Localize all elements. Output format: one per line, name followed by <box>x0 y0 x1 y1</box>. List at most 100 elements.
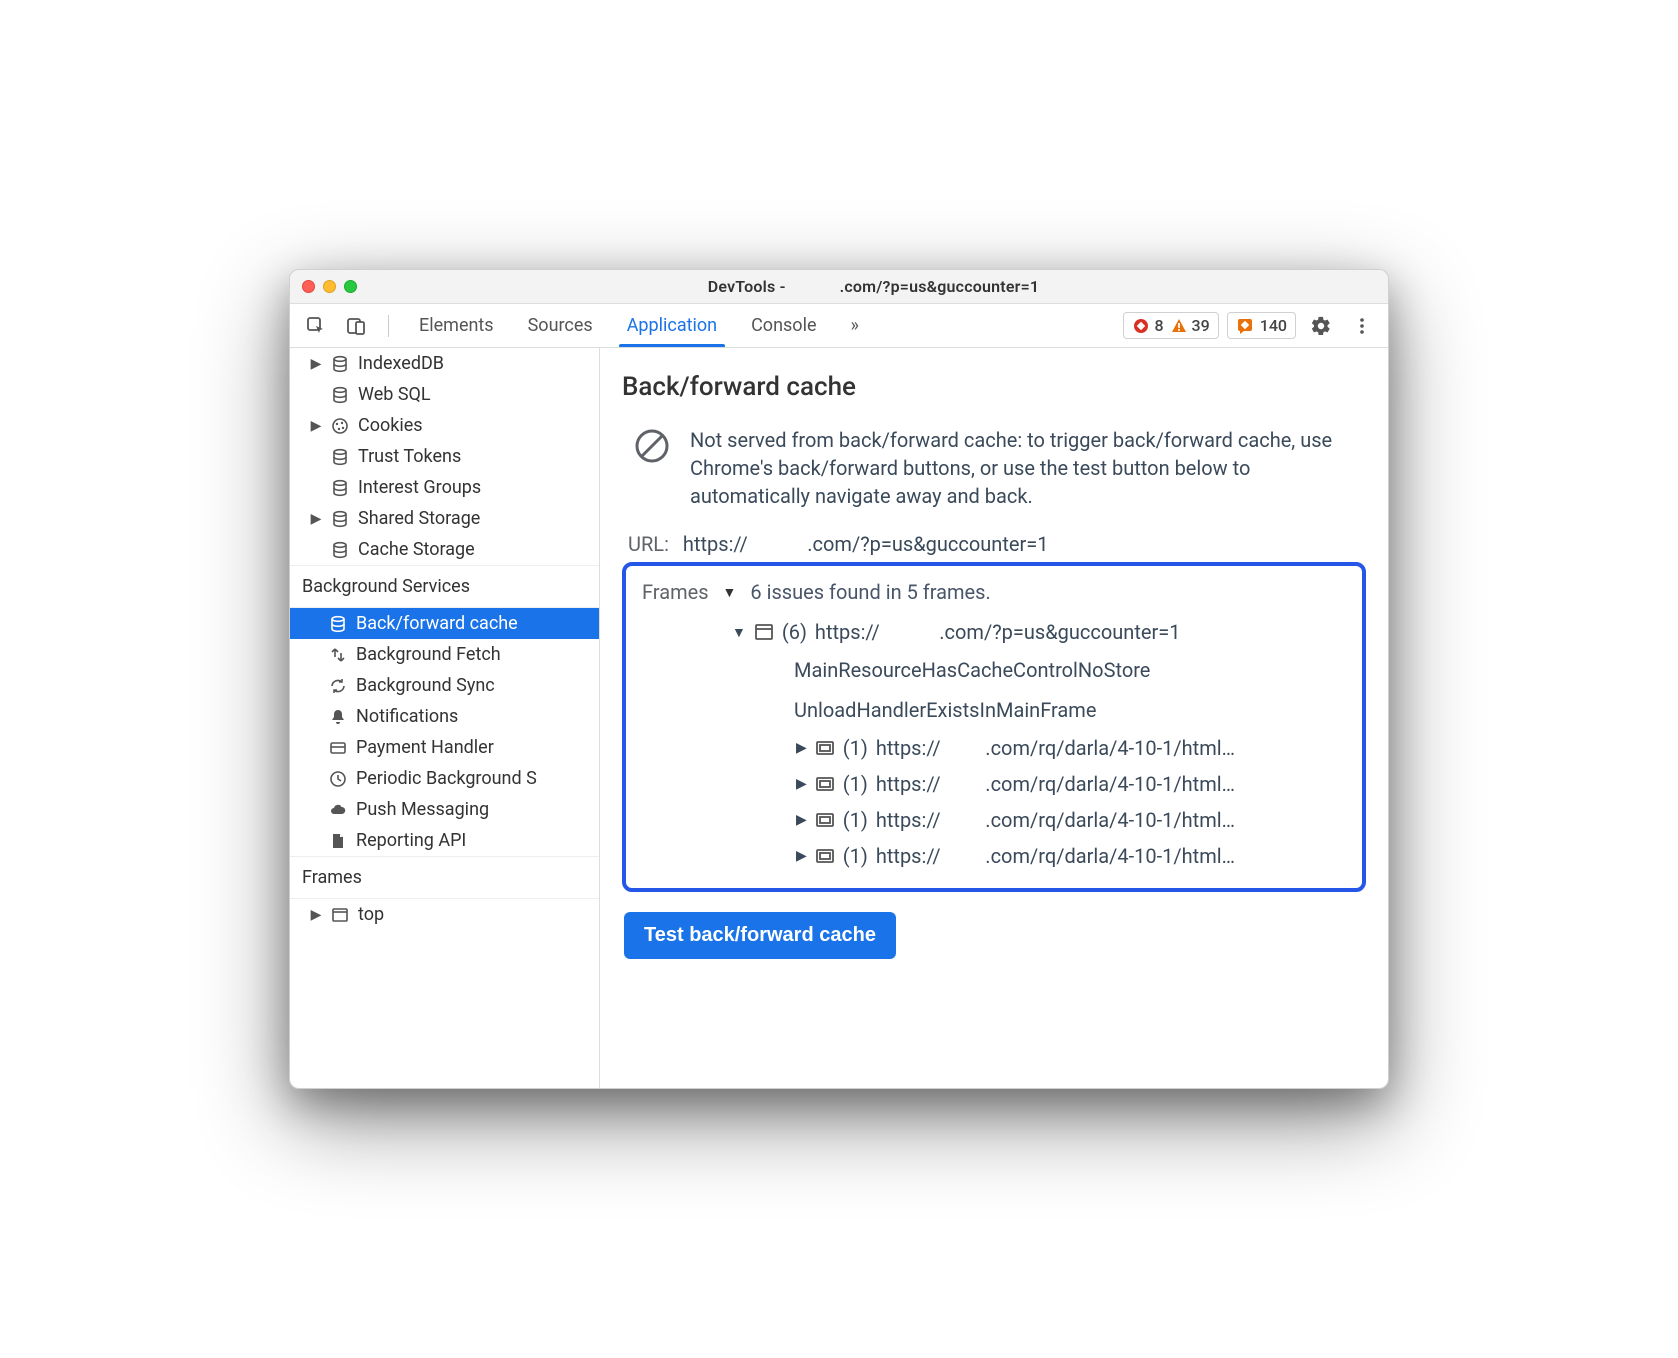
sidebar-item-indexeddb[interactable]: ▶ IndexedDB <box>290 348 599 379</box>
error-count: 8 <box>1154 316 1163 335</box>
sidebar-item-frame-top[interactable]: ▶ top <box>290 899 599 930</box>
test-bfcache-button[interactable]: Test back/forward cache <box>624 912 896 959</box>
sidebar-item-background-fetch[interactable]: Background Fetch <box>290 639 599 670</box>
chevron-right-icon: ▶ <box>796 740 807 756</box>
sidebar-item-background-sync[interactable]: Background Sync <box>290 670 599 701</box>
frame-node-sub[interactable]: ▶ (1) https:// .com/rq/darla/4-10-1/html… <box>732 802 1346 838</box>
minimize-button[interactable] <box>323 280 336 293</box>
sidebar-item-label: Interest Groups <box>358 477 481 498</box>
warning-count: 39 <box>1192 316 1210 335</box>
sidebar-item-label: Shared Storage <box>358 508 480 529</box>
sidebar-item-label: Push Messaging <box>356 799 489 820</box>
gear-icon[interactable] <box>1304 311 1338 341</box>
frame-node-sub[interactable]: ▶ (1) https:// .com/rq/darla/4-10-1/html… <box>732 838 1346 874</box>
url-label: URL: <box>628 532 669 556</box>
tab-application[interactable]: Application <box>613 305 731 346</box>
issues-pill[interactable]: 140 <box>1227 312 1296 339</box>
inspect-icon[interactable] <box>300 312 332 340</box>
window-icon <box>754 622 774 642</box>
frames-summary: 6 issues found in 5 frames. <box>750 580 990 604</box>
database-icon <box>330 385 350 405</box>
chevron-down-icon: ▼ <box>732 624 746 641</box>
sidebar-item-label: top <box>358 904 384 925</box>
sidebar-item-label: IndexedDB <box>358 353 444 374</box>
cloud-icon <box>328 800 348 820</box>
devtools-window: DevTools - xxxxxx.com/?p=us&guccounter=1… <box>289 269 1389 1089</box>
card-icon <box>328 738 348 758</box>
sidebar-item-trust-tokens[interactable]: Trust Tokens <box>290 441 599 472</box>
cookie-icon <box>330 416 350 436</box>
frame-icon <box>330 905 350 925</box>
chevron-right-icon: ▶ <box>796 848 807 864</box>
sidebar-item-label: Payment Handler <box>356 737 494 758</box>
frame-url: https:// .com/rq/darla/4-10-1/html… <box>876 736 1235 760</box>
iframe-icon <box>815 738 835 758</box>
frame-url: https:// .com/?p=us&guccounter=1 <box>815 620 1181 644</box>
sidebar-item-label: Web SQL <box>358 384 431 405</box>
frame-url: https:// .com/rq/darla/4-10-1/html… <box>876 808 1235 832</box>
sidebar-item-back-forward-cache[interactable]: Back/forward cache <box>290 608 599 639</box>
sidebar-item-reporting-api[interactable]: Reporting API <box>290 825 599 856</box>
sidebar-item-notifications[interactable]: Notifications <box>290 701 599 732</box>
iframe-icon <box>815 774 835 794</box>
window-title: DevTools - xxxxxx.com/?p=us&guccounter=1 <box>371 277 1376 296</box>
issues-count: 140 <box>1260 316 1287 335</box>
sidebar-item-label: Notifications <box>356 706 458 727</box>
url-value: https:// .com/?p=us&guccounter=1 <box>683 532 1049 556</box>
traffic-lights <box>302 280 357 293</box>
tab-elements[interactable]: Elements <box>405 305 508 346</box>
database-icon <box>328 614 348 634</box>
chevron-right-icon: ▶ <box>310 418 322 434</box>
frame-node-main[interactable]: ▼ (6) https:// .com/?p=us&guccounter=1 <box>732 614 1346 650</box>
issues-icon <box>1236 317 1254 335</box>
chevron-right-icon: ▶ <box>796 776 807 792</box>
error-icon <box>1132 317 1150 335</box>
sidebar-item-label: Cache Storage <box>358 539 475 560</box>
database-icon <box>330 540 350 560</box>
sidebar-item-push-messaging[interactable]: Push Messaging <box>290 794 599 825</box>
sidebar-item-label: Back/forward cache <box>356 613 518 634</box>
sidebar-item-label: Periodic Background S <box>356 768 537 789</box>
device-toggle-icon[interactable] <box>340 312 372 340</box>
info-banner: Not served from back/forward cache: to t… <box>622 426 1366 510</box>
sidebar-section-background-services: Background Services <box>290 565 599 608</box>
frame-url: https:// .com/rq/darla/4-10-1/html… <box>876 772 1235 796</box>
database-icon <box>330 509 350 529</box>
sidebar-item-cookies[interactable]: ▶ Cookies <box>290 410 599 441</box>
frames-highlight-box: Frames ▼ 6 issues found in 5 frames. ▼ (… <box>622 562 1366 892</box>
maximize-button[interactable] <box>344 280 357 293</box>
errors-warnings-pill[interactable]: 8 39 <box>1123 312 1218 339</box>
sidebar-item-label: Background Fetch <box>356 644 501 665</box>
tab-console[interactable]: Console <box>737 305 830 346</box>
sidebar-item-cache-storage[interactable]: Cache Storage <box>290 534 599 565</box>
frame-count: (1) <box>843 772 868 796</box>
sidebar-item-periodic-bg-sync[interactable]: Periodic Background S <box>290 763 599 794</box>
frames-label: Frames <box>642 580 709 604</box>
sidebar-item-label: Trust Tokens <box>358 446 461 467</box>
toolbar: Elements Sources Application Console » 8… <box>290 304 1388 348</box>
frames-header[interactable]: Frames ▼ 6 issues found in 5 frames. <box>642 580 1346 604</box>
chevron-right-icon: ▶ <box>310 356 322 372</box>
frame-node-sub[interactable]: ▶ (1) https:// .com/rq/darla/4-10-1/html… <box>732 766 1346 802</box>
chevron-right-icon: ▶ <box>310 907 322 923</box>
tabs-overflow[interactable]: » <box>837 305 873 346</box>
database-icon <box>330 478 350 498</box>
chevron-down-icon: ▼ <box>723 584 737 601</box>
sidebar-item-websql[interactable]: Web SQL <box>290 379 599 410</box>
frame-node-sub[interactable]: ▶ (1) https:// .com/rq/darla/4-10-1/html… <box>732 730 1346 766</box>
frame-count: (1) <box>843 736 868 760</box>
info-text: Not served from back/forward cache: to t… <box>690 426 1366 510</box>
bell-icon <box>328 707 348 727</box>
kebab-menu-icon[interactable] <box>1346 312 1378 340</box>
sync-icon <box>328 676 348 696</box>
sidebar-item-payment-handler[interactable]: Payment Handler <box>290 732 599 763</box>
tab-sources[interactable]: Sources <box>514 305 607 346</box>
page-title: Back/forward cache <box>622 372 1366 402</box>
frame-count: (6) <box>782 620 807 644</box>
database-icon <box>330 354 350 374</box>
frame-url: https:// .com/rq/darla/4-10-1/html… <box>876 844 1235 868</box>
sidebar-item-interest-groups[interactable]: Interest Groups <box>290 472 599 503</box>
iframe-icon <box>815 810 835 830</box>
close-button[interactable] <box>302 280 315 293</box>
sidebar-item-shared-storage[interactable]: ▶ Shared Storage <box>290 503 599 534</box>
